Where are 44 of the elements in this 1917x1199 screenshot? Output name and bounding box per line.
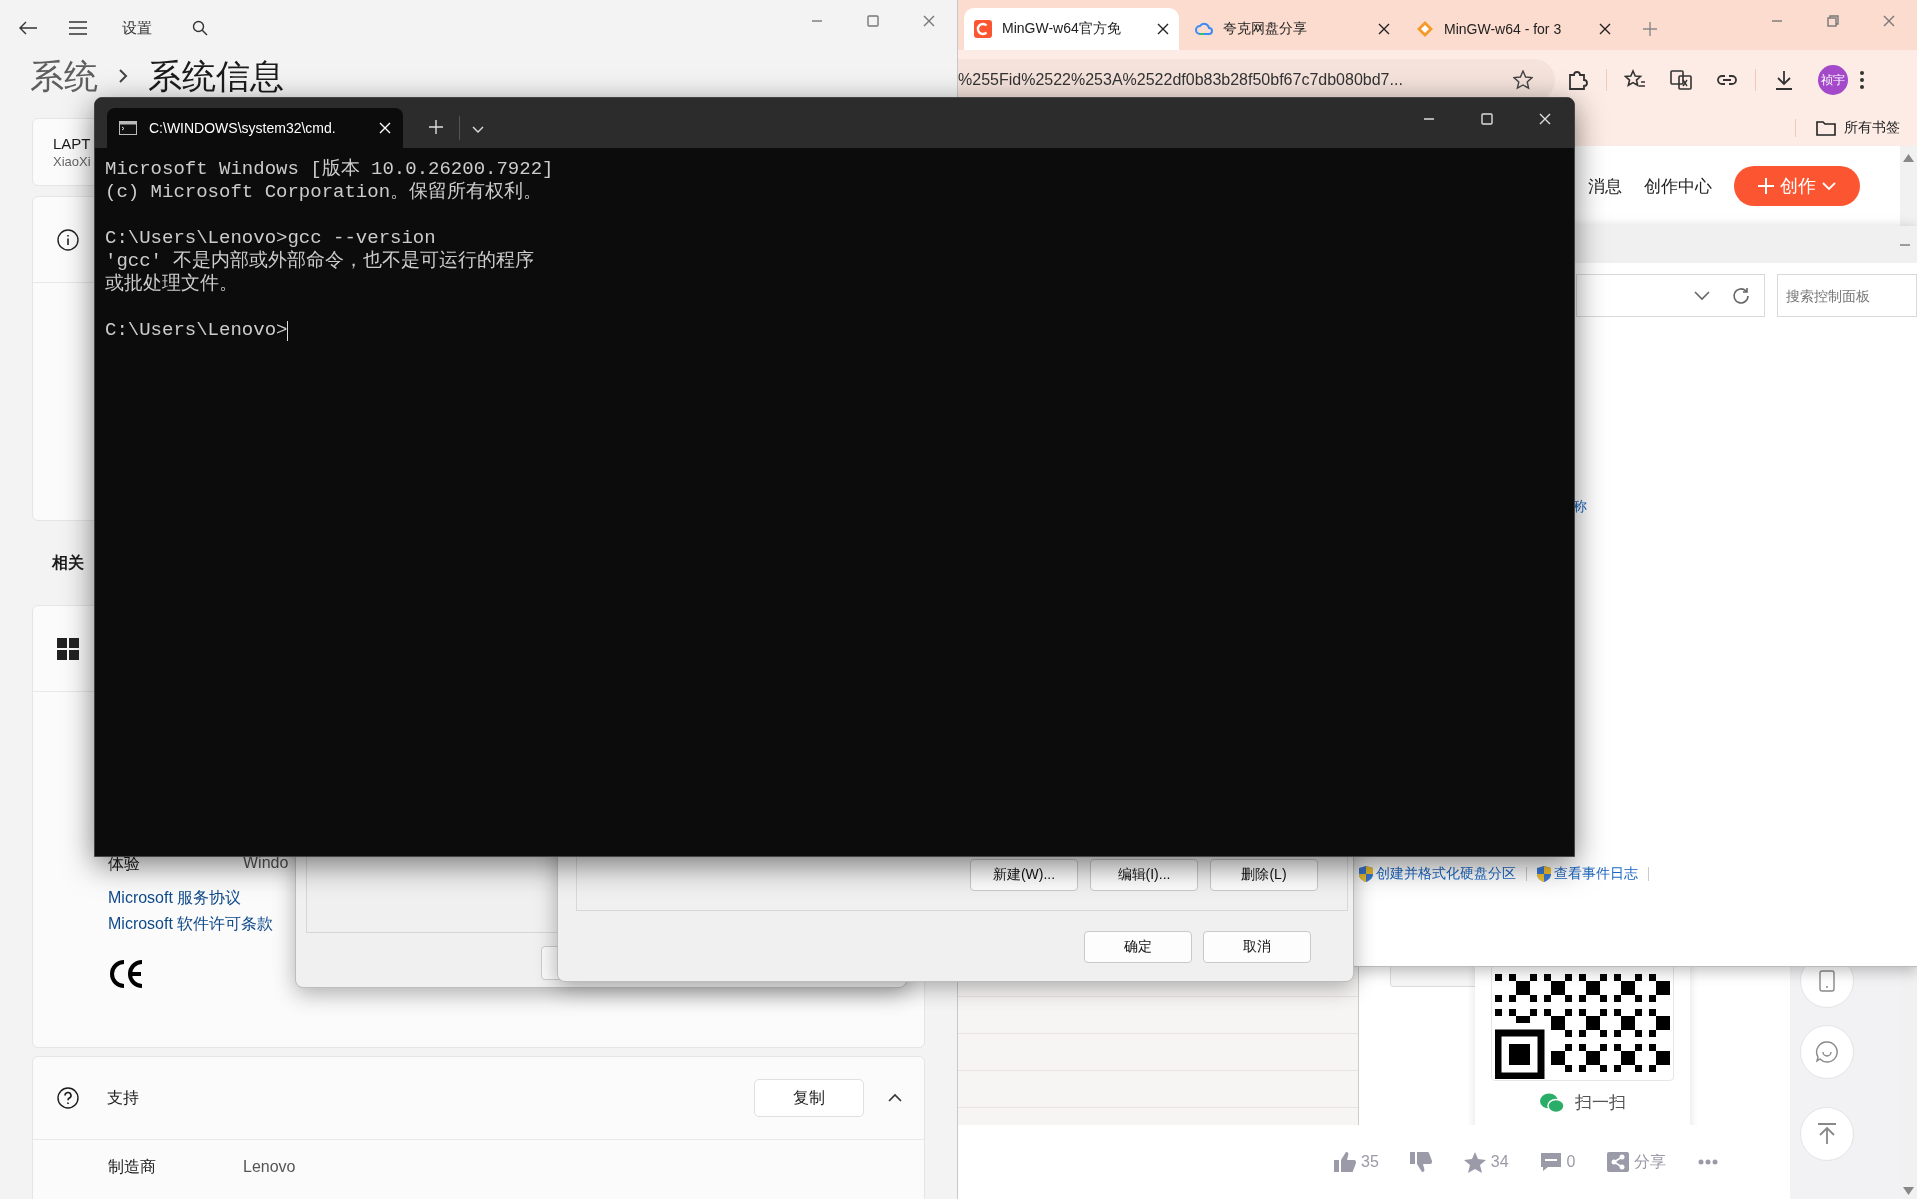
console-line: C:\Users\Lenovo> [105,319,288,342]
copy-button[interactable]: 复制 [754,1079,864,1117]
tab-title: C:\WINDOWS\system32\cmd. [149,120,336,136]
section-title: 支持 [107,1087,139,1108]
nav-link[interactable]: 消息 [1588,174,1622,198]
device-name: LAPT [53,135,91,152]
browser-tab[interactable]: MinGW-w64官方免 [964,8,1179,50]
tab-title: MinGW-w64 - for 3 [1444,21,1562,37]
dialog-button[interactable]: 确定 [1084,931,1192,963]
spec-value: Windo [243,854,289,873]
list-action-button[interactable]: 新建(W)... [970,859,1078,891]
task-link[interactable]: 创建并格式化硬盘分区 [1359,865,1516,883]
profile-avatar[interactable]: 祯宇 [1818,65,1848,95]
action-count: 35 [1361,1153,1379,1171]
dialog-button[interactable]: 取消 [1203,931,1311,963]
action-count: 34 [1490,1153,1509,1171]
info-value: Lenovo [243,1157,296,1177]
nav-link[interactable]: 创作中心 [1644,174,1712,198]
list-action-button[interactable]: 编辑(I)... [1090,859,1198,891]
action-count: 分享 [1633,1151,1666,1172]
page-title: 系统信息 [148,56,284,96]
device-model: XiaoXi [53,154,91,169]
console-line: 或批处理文件。 [105,273,238,296]
list-action-button[interactable]: 删除(L) [1210,859,1318,891]
tab-title: 夸克网盘分享 [1223,20,1307,38]
console-line: C:\Users\Lenovo>gcc --version [105,227,436,250]
search-field[interactable]: 搜索控制面板 [1777,274,1917,317]
browser-tab[interactable]: 夸克网盘分享 [1185,8,1400,50]
section-heading: 相关 [52,552,84,573]
breadcrumb-link[interactable]: 系统 [30,56,98,96]
app-title: 设置 [122,18,152,38]
console-line: (c) Microsoft Corporation。保留所有权利。 [105,181,543,204]
action-count: 0 [1566,1153,1576,1171]
qr-caption: 扫一扫 [1575,1092,1626,1114]
url-text: %255Fid%2522%253A%2522df0b83b28f50bf67c7db080bd7... [958,71,1403,89]
info-label: 制造商 [108,1157,157,1177]
console-line: Microsoft Windows [版本 10.0.26200.7922] [105,158,554,181]
console-line: 'gcc' 不是内部或外部命令，也不是可运行的程序 [105,250,535,273]
bookmark-folder[interactable]: 所有书签 [1795,119,1900,137]
spec-label: 体验 [108,854,141,874]
terminal-tab[interactable]: C:\WINDOWS\system32\cmd. [107,108,403,148]
browser-tab[interactable]: MinGW-w64 - for 3 [1406,8,1621,50]
task-link[interactable]: 查看事件日志 [1537,865,1638,883]
tab-title: MinGW-w64官方免 [1002,20,1121,38]
